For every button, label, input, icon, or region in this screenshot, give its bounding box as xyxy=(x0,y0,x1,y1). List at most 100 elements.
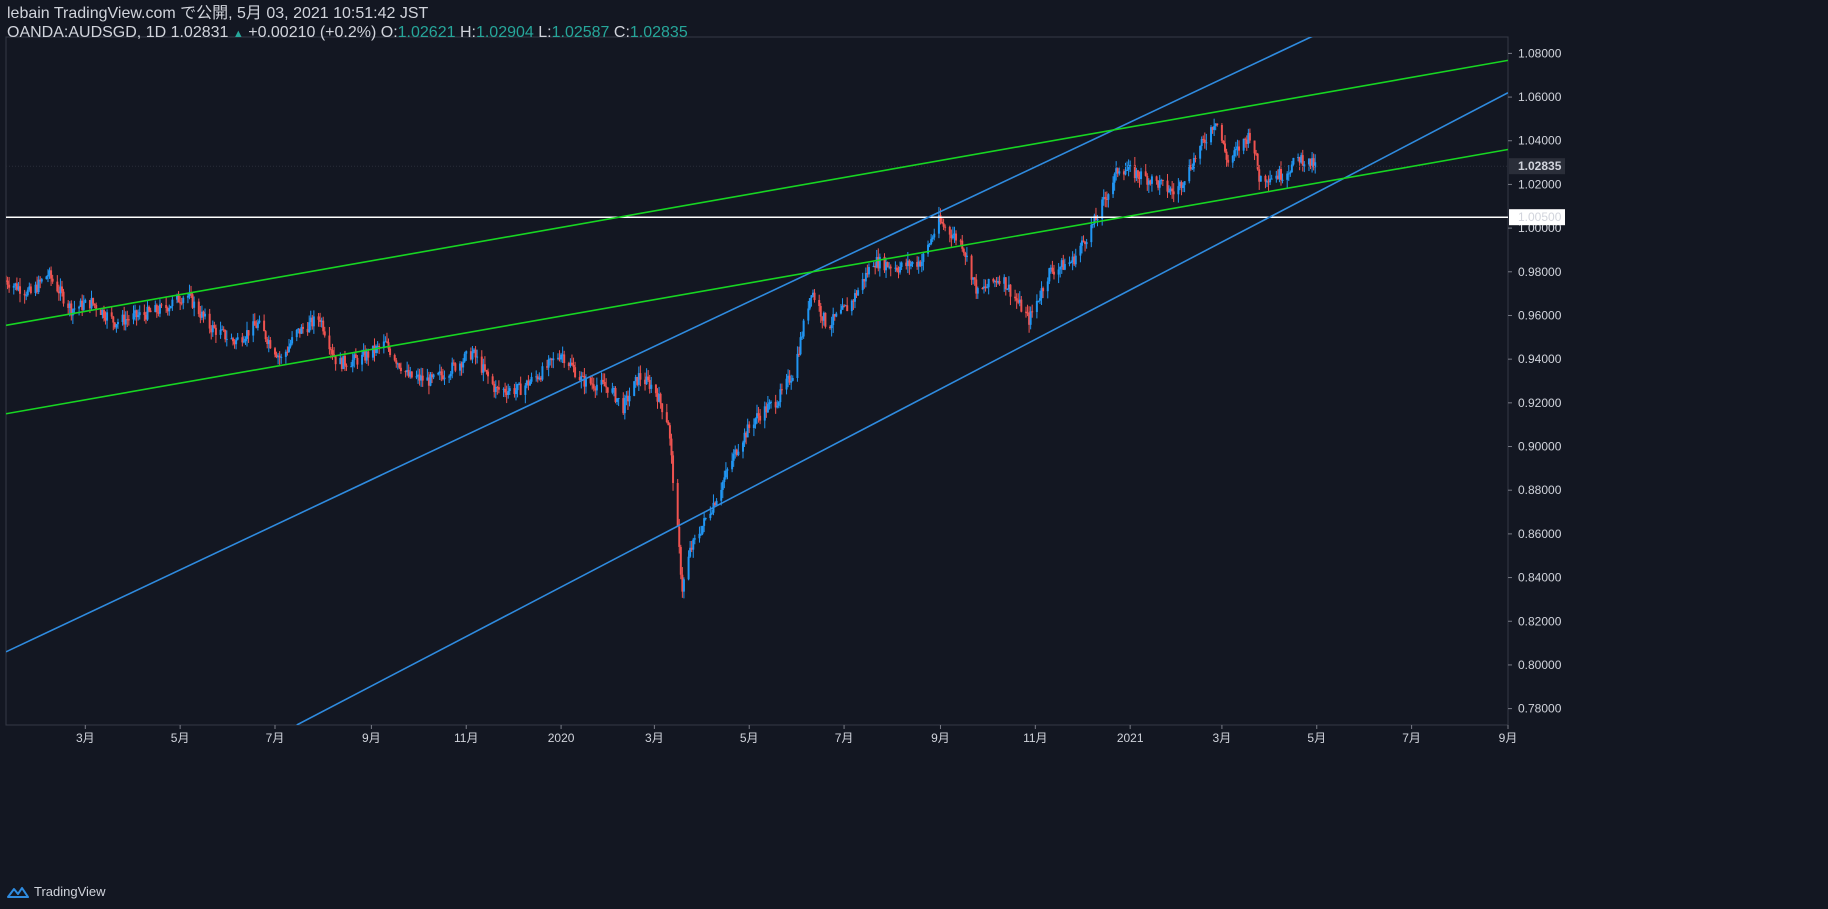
candle-body xyxy=(920,261,923,267)
symbol-text: OANDA:AUDSGD, 1D 1.02831 xyxy=(7,24,229,41)
candle-body xyxy=(1270,178,1273,180)
candle-body xyxy=(528,381,531,386)
candle-body xyxy=(911,261,914,265)
candle-body xyxy=(715,500,718,506)
candle-body xyxy=(1079,245,1082,256)
candle-body xyxy=(1126,169,1129,171)
candle-body xyxy=(483,364,486,371)
candle-body xyxy=(378,345,381,347)
candle-body xyxy=(50,270,53,279)
candle-body xyxy=(1242,138,1245,151)
candle-body xyxy=(1074,255,1077,265)
high-label: H: xyxy=(459,24,476,41)
candle-body xyxy=(1191,168,1194,170)
candle-body xyxy=(62,291,65,304)
y-tick-label: 1.02000 xyxy=(1518,177,1562,191)
candle-body xyxy=(78,306,81,309)
axes-group: 0.78000 0.80000 0.82000 0.84000 0.86000 0.880… xyxy=(76,46,1565,745)
y-tick-label: 0.98000 xyxy=(1518,265,1562,279)
y-tick-label: 0.92000 xyxy=(1518,396,1562,410)
candle-body xyxy=(171,299,174,307)
candle-body xyxy=(687,556,690,580)
candle-body xyxy=(1199,146,1202,159)
x-tick-label: 7月 xyxy=(835,731,854,745)
candle-body xyxy=(676,483,679,527)
candle-body xyxy=(158,304,161,314)
candle-body xyxy=(846,305,849,312)
candle-body xyxy=(507,391,510,395)
candle-body xyxy=(323,331,326,336)
change-text: +0.00210 (+0.2%) xyxy=(248,24,377,41)
candle-body xyxy=(132,313,135,320)
candle-body xyxy=(1220,125,1223,141)
candle-body xyxy=(1290,164,1293,173)
candle-body xyxy=(137,315,140,318)
candle-body xyxy=(867,267,870,275)
trend-line-green xyxy=(6,148,1508,415)
candle-body xyxy=(328,335,331,350)
candle-body xyxy=(886,262,889,268)
candle-body xyxy=(253,321,256,326)
candle-body xyxy=(169,306,172,309)
candle-body xyxy=(443,377,446,380)
candle-body xyxy=(289,343,292,347)
candle-body xyxy=(1085,242,1088,245)
candle-body xyxy=(465,351,468,354)
candle-body xyxy=(263,320,266,332)
candle-body xyxy=(1101,199,1104,219)
candle-body xyxy=(819,306,822,317)
candle-body xyxy=(462,361,465,368)
candle-body xyxy=(570,362,573,365)
candle-body xyxy=(780,389,783,391)
candle-body xyxy=(497,387,500,390)
candle-body xyxy=(1200,139,1203,147)
x-tick-label: 7月 xyxy=(1402,731,1421,745)
candle-body xyxy=(225,338,228,340)
candle-body xyxy=(807,308,810,321)
candle-body xyxy=(213,325,216,328)
candle-body xyxy=(399,367,402,372)
candle-body xyxy=(678,526,681,547)
candle-body xyxy=(1244,138,1247,140)
candle-body xyxy=(970,255,973,280)
candle-body xyxy=(1161,180,1164,182)
level-price-label: 1.00500 xyxy=(1518,210,1562,224)
trend-line-blue xyxy=(6,37,1313,653)
candle-body xyxy=(112,316,115,323)
candle-body xyxy=(1168,191,1171,193)
candle-body xyxy=(127,319,130,321)
price-chart[interactable]: 0.78000 0.80000 0.82000 0.84000 0.86000 0.880… xyxy=(0,0,1828,909)
candle-body xyxy=(312,316,315,327)
x-tick-label: 11月 xyxy=(1023,731,1047,745)
candle-body xyxy=(1279,168,1282,180)
candle-body xyxy=(976,288,979,294)
candle-body xyxy=(448,376,451,378)
candle-body xyxy=(1289,172,1292,174)
candle-body xyxy=(726,469,729,471)
candle-body xyxy=(748,424,751,429)
candle-body xyxy=(73,308,76,310)
candle-body xyxy=(973,277,976,280)
candle-body xyxy=(895,267,898,271)
candle-body xyxy=(589,377,592,384)
candle-body xyxy=(46,275,49,277)
candle-body xyxy=(647,376,650,381)
candle-body xyxy=(356,357,359,365)
candle-body xyxy=(987,279,990,288)
y-tick-label: 1.08000 xyxy=(1518,46,1562,60)
candle-body xyxy=(769,401,772,403)
y-tick-label: 1.06000 xyxy=(1518,90,1562,104)
candle-body xyxy=(1046,281,1049,292)
candle-body xyxy=(703,518,706,526)
candle-body xyxy=(824,312,827,327)
candle-body xyxy=(350,366,353,368)
candle-body xyxy=(1158,180,1161,188)
candle-body xyxy=(633,381,636,396)
candle-body xyxy=(1124,170,1127,175)
y-tick-label: 0.78000 xyxy=(1518,702,1562,716)
candle-body xyxy=(1037,300,1040,302)
candle-body xyxy=(1070,262,1073,264)
brand-footer[interactable]: TradingView xyxy=(6,884,106,899)
candle-body xyxy=(160,304,163,306)
candle-body xyxy=(572,364,575,368)
